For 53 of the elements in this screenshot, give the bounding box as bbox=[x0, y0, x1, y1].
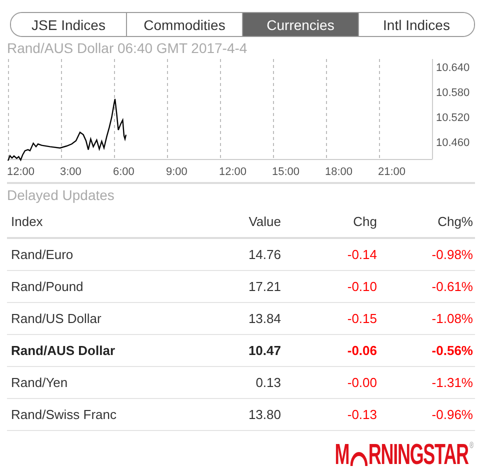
table-cell-text: -0.15 bbox=[346, 311, 377, 326]
axis-label: 3:00 bbox=[60, 166, 82, 178]
table-cell-text: -1.08% bbox=[430, 311, 473, 326]
table-cell-text: 0.13 bbox=[254, 375, 281, 390]
table-cell-text: 17.21 bbox=[247, 279, 281, 294]
column-header: Chg bbox=[352, 214, 377, 228]
table-row[interactable]: Rand/Swiss Franc 13.80 -0.13 -0.96% bbox=[7, 399, 475, 431]
tab[interactable]: Intl Indices bbox=[358, 13, 474, 36]
table-cell-text: 10.47 bbox=[247, 343, 281, 358]
table-row[interactable]: Rand/Yen 0.13 -0.00 -1.31% bbox=[7, 367, 475, 399]
table-row[interactable]: Rand/AUS Dollar 10.47 -0.06 -0.56% bbox=[7, 335, 475, 367]
axis-label: 10.580 bbox=[436, 87, 470, 99]
table-cell-text: Rand/Euro bbox=[11, 247, 74, 262]
axis-label: 21:00 bbox=[378, 166, 406, 178]
axis-label: 18:00 bbox=[325, 166, 353, 178]
table-cell-text: Rand/Yen bbox=[11, 375, 69, 390]
table-cell-text: -0.98% bbox=[430, 247, 473, 262]
column-header: Index bbox=[11, 214, 44, 228]
column-header: Value bbox=[248, 214, 281, 228]
axis-label: 9:00 bbox=[166, 166, 188, 178]
table-cell-text: -0.13 bbox=[346, 407, 377, 422]
table-cell-text: -0.00 bbox=[346, 375, 377, 390]
logo-text: M bbox=[334, 441, 350, 470]
table-cell-text: 14.76 bbox=[247, 247, 281, 262]
registered-mark: ® bbox=[470, 441, 473, 450]
column-header: Chg% bbox=[436, 214, 473, 228]
table-cell-text: Rand/Pound bbox=[11, 279, 84, 294]
table-cell-text: -0.06 bbox=[346, 343, 377, 358]
table-cell-text: -0.96% bbox=[430, 407, 473, 422]
table-cell-text: 13.84 bbox=[247, 311, 281, 326]
section-title: Delayed Updates bbox=[7, 186, 116, 205]
table-cell-text: 13.80 bbox=[247, 407, 281, 422]
table-cell-text: -0.14 bbox=[346, 247, 377, 262]
table-cell-text: -0.10 bbox=[346, 279, 377, 294]
table-row[interactable]: Rand/Euro 14.76 -0.14 -0.98% bbox=[7, 239, 475, 271]
logo-text: RNINGSTAR bbox=[368, 441, 468, 470]
axis-label: 12:00 bbox=[219, 166, 247, 178]
axis-label: 10.460 bbox=[436, 137, 470, 149]
axis-label: 12:00 bbox=[7, 166, 35, 178]
axis-label: 10.520 bbox=[436, 112, 470, 124]
table-cell-text: -0.61% bbox=[430, 279, 473, 294]
table-row[interactable]: Rand/US Dollar 13.84 -0.15 -1.08% bbox=[7, 303, 475, 335]
chart-title: Rand/AUS Dollar 06:40 GMT 2017-4-4 bbox=[6, 39, 248, 57]
table-cell-text: -0.56% bbox=[430, 343, 473, 358]
axis-label: 6:00 bbox=[113, 166, 134, 178]
axis-label: 15:00 bbox=[272, 166, 300, 178]
table-cell-text: Rand/US Dollar bbox=[11, 311, 102, 326]
table-cell-text: Rand/Swiss Franc bbox=[11, 407, 118, 422]
table-row[interactable]: Rand/Pound 17.21 -0.10 -0.61% bbox=[7, 271, 475, 303]
axis-label: 10.640 bbox=[436, 62, 470, 74]
tab[interactable]: Currencies bbox=[242, 13, 358, 36]
table-cell-text: -1.31% bbox=[430, 375, 473, 390]
table-cell-text: Rand/AUS Dollar bbox=[11, 343, 116, 358]
